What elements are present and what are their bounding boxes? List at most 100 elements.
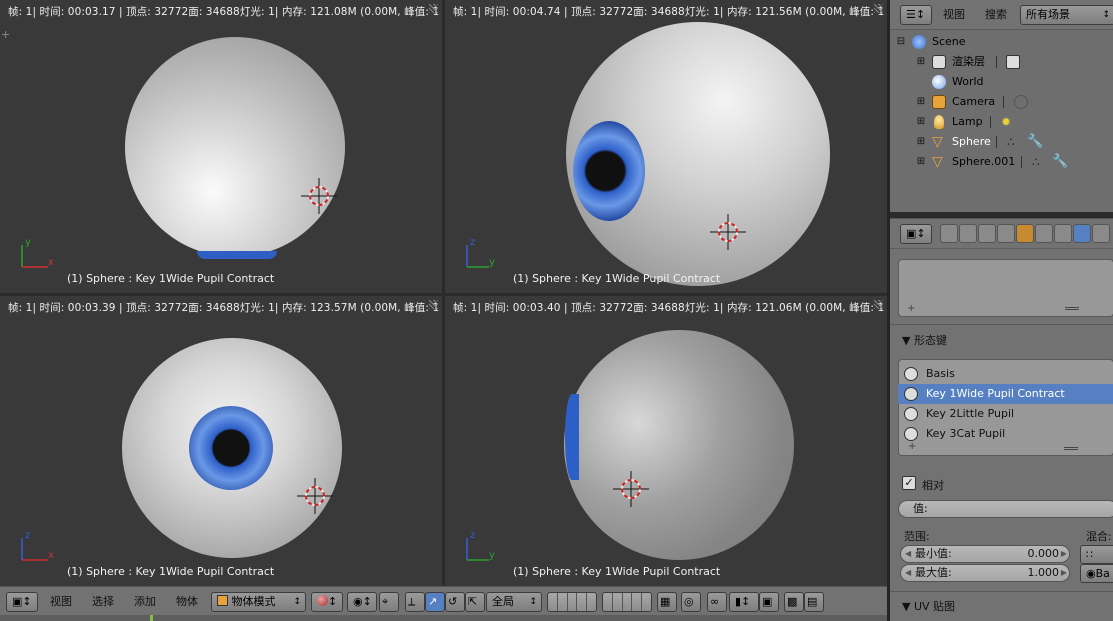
shape-value-field[interactable]: 值: xyxy=(898,500,1113,518)
menu-search[interactable]: 搜索 xyxy=(985,5,1007,25)
expand-icon[interactable]: ⊞ xyxy=(916,52,926,72)
mode-select[interactable]: 物体模式 ↕ xyxy=(211,592,306,612)
decrement-arrow-icon[interactable]: ◀ xyxy=(905,565,911,581)
tab-render-icon[interactable] xyxy=(940,224,958,243)
render-animation-icon[interactable]: ▤ xyxy=(804,592,824,612)
tab-constraints-icon[interactable] xyxy=(1035,224,1053,243)
vertex-groups-list[interactable]: + xyxy=(898,259,1113,317)
viewport-split-handle-icon[interactable] xyxy=(874,4,883,13)
area-divider-vertical[interactable] xyxy=(887,0,890,621)
tab-scene-icon[interactable] xyxy=(978,224,996,243)
wrench-icon[interactable]: 🔧 xyxy=(1027,135,1043,149)
shape-keys-panel-header[interactable]: ▼ 形态键 xyxy=(902,332,947,348)
range-label: 范围: xyxy=(904,530,930,543)
cube-icon xyxy=(217,595,228,606)
editor-type-button[interactable]: ☰↕ xyxy=(900,5,932,25)
viewport-split-handle-icon[interactable] xyxy=(429,4,438,13)
scene-layers-group-2[interactable] xyxy=(602,592,652,612)
3d-cursor-icon[interactable] xyxy=(297,478,333,514)
shape-key-item-active[interactable]: Key 1Wide Pupil Contract xyxy=(898,384,1113,404)
slider-min-field[interactable]: ◀ 最小值: 0.000 ▶ xyxy=(900,545,1070,563)
expand-icon[interactable]: ⊞ xyxy=(916,132,926,152)
render-layer-icon[interactable] xyxy=(1006,55,1020,69)
scale-manipulator-icon[interactable]: ⇱ xyxy=(465,592,485,612)
area-divider-right[interactable] xyxy=(890,212,1113,218)
viewport-shading-select[interactable]: ↕ xyxy=(311,592,343,612)
mesh-data-icon[interactable]: ∴ xyxy=(1032,155,1046,169)
uv-maps-panel-header[interactable]: ▼ UV 贴图 xyxy=(902,598,955,614)
3d-cursor-icon[interactable] xyxy=(301,178,337,214)
outliner-item-render-layers[interactable]: ⊞ 渲染层 xyxy=(890,52,1113,72)
increment-arrow-icon[interactable]: ▶ xyxy=(1061,565,1067,581)
camera-data-icon[interactable] xyxy=(1014,95,1028,109)
expand-icon[interactable]: ⊞ xyxy=(916,92,926,112)
tab-data-icon[interactable] xyxy=(1073,224,1091,243)
viewport-bottom-right[interactable]: 帧: 1| 时间: 00:03.40 | 顶点: 32772面: 34688灯光… xyxy=(445,296,887,586)
expand-icon[interactable]: ⊞ xyxy=(916,152,926,172)
outliner-item-lamp[interactable]: ⊞ Lamp ✹ xyxy=(890,112,1113,132)
proportional-edit-icon[interactable]: ◎ xyxy=(681,592,701,612)
collapse-icon[interactable]: ⊟ xyxy=(896,32,906,52)
outliner-item-world[interactable]: World xyxy=(890,72,1113,92)
viewport-top-right[interactable]: 帧: 1| 时间: 00:04.74 | 顶点: 32772面: 34688灯光… xyxy=(445,0,887,293)
scene-layers-group-1[interactable] xyxy=(547,592,597,612)
rotate-manipulator-icon[interactable]: ↺ xyxy=(445,592,465,612)
3d-cursor-icon[interactable] xyxy=(613,471,649,507)
shape-key-item[interactable]: Key 3Cat Pupil xyxy=(898,424,1113,444)
wrench-icon[interactable]: 🔧 xyxy=(1052,155,1068,169)
list-resize-handle-icon[interactable] xyxy=(1065,307,1079,310)
render-opengl-icon[interactable]: ▩ xyxy=(784,592,804,612)
expand-icon[interactable]: ⊞ xyxy=(916,112,926,132)
viewport-bottom-left[interactable]: 帧: 1| 时间: 00:03.39 | 顶点: 32772面: 34688灯光… xyxy=(0,296,442,586)
relative-checkbox[interactable]: ✓ xyxy=(902,476,916,490)
tab-object-icon[interactable] xyxy=(1016,224,1034,243)
outliner-item-scene[interactable]: ⊟ Scene xyxy=(890,32,1113,52)
tab-modifiers-icon[interactable] xyxy=(1054,224,1072,243)
slider-max-field[interactable]: ◀ 最大值: 1.000 ▶ xyxy=(900,564,1070,582)
menu-view[interactable]: 视图 xyxy=(50,592,72,612)
snap-toggle-icon[interactable]: ∞ xyxy=(707,592,727,612)
tab-material-icon[interactable] xyxy=(1092,224,1110,243)
list-add-icon[interactable]: + xyxy=(908,441,916,452)
translate-manipulator-icon[interactable]: ↗ xyxy=(425,592,445,612)
viewport-corner-plus-icon[interactable]: + xyxy=(1,28,10,41)
lock-layers-icon[interactable]: ▦ xyxy=(657,592,677,612)
list-add-icon[interactable]: + xyxy=(907,303,915,314)
vertex-group-select[interactable]: ∷ xyxy=(1080,545,1113,564)
decrement-arrow-icon[interactable]: ◀ xyxy=(905,546,911,562)
outliner-item-sphere-001[interactable]: ⊞ ▽ Sphere.001 ∴ 🔧 xyxy=(890,152,1113,172)
3d-cursor-icon[interactable] xyxy=(710,214,746,250)
outliner-item-sphere[interactable]: ⊞ ▽ Sphere ∴ 🔧 xyxy=(890,132,1113,152)
viewport-split-handle-icon[interactable] xyxy=(429,300,438,309)
list-resize-handle-icon[interactable] xyxy=(1064,447,1078,450)
pivot-point-select[interactable]: ◉↕ xyxy=(347,592,377,612)
menu-add[interactable]: 添加 xyxy=(134,592,156,612)
outliner-item-camera[interactable]: ⊞ Camera xyxy=(890,92,1113,112)
mesh-icon: ▽ xyxy=(932,134,943,150)
editor-type-button[interactable]: ▣↕ xyxy=(6,592,38,612)
shape-key-item[interactable]: Basis xyxy=(898,364,1113,384)
transform-manipulator-icon[interactable]: ⟂ xyxy=(405,592,425,612)
tab-world-icon[interactable] xyxy=(997,224,1015,243)
menu-view[interactable]: 视图 xyxy=(943,5,965,25)
menu-select[interactable]: 选择 xyxy=(92,592,114,612)
shape-key-item[interactable]: Key 2Little Pupil xyxy=(898,404,1113,424)
viewport-split-handle-icon[interactable] xyxy=(874,300,883,309)
lamp-data-icon[interactable]: ✹ xyxy=(1001,115,1015,129)
menu-object[interactable]: 物体 xyxy=(176,592,198,612)
relative-key-select[interactable]: ◉Ba xyxy=(1080,564,1113,583)
mesh-data-icon[interactable]: ∴ xyxy=(1007,135,1021,149)
scene-filter-select[interactable]: 所有场景 ↕ xyxy=(1020,5,1113,25)
mesh-icon: ▽ xyxy=(932,154,943,170)
viewport-divider-horizontal[interactable] xyxy=(0,293,887,296)
increment-arrow-icon[interactable]: ▶ xyxy=(1061,546,1067,562)
tab-render-layers-icon[interactable] xyxy=(959,224,977,243)
editor-type-button[interactable]: ▣↕ xyxy=(900,224,932,244)
properties-tabs: ▣↕ xyxy=(890,219,1113,249)
snap-target-icon[interactable]: ▣ xyxy=(759,592,779,612)
viewport-top-left[interactable]: + 帧: 1| 时间: 00:03.17 | 顶点: 32772面: 34688… xyxy=(0,0,442,293)
orientation-select[interactable]: 全局 ↕ xyxy=(486,592,542,612)
manipulator-toggle[interactable]: ⌖ xyxy=(379,592,399,612)
outliner-item-label: Lamp xyxy=(952,115,983,128)
snap-element-select[interactable]: ▮↕ xyxy=(729,592,759,612)
